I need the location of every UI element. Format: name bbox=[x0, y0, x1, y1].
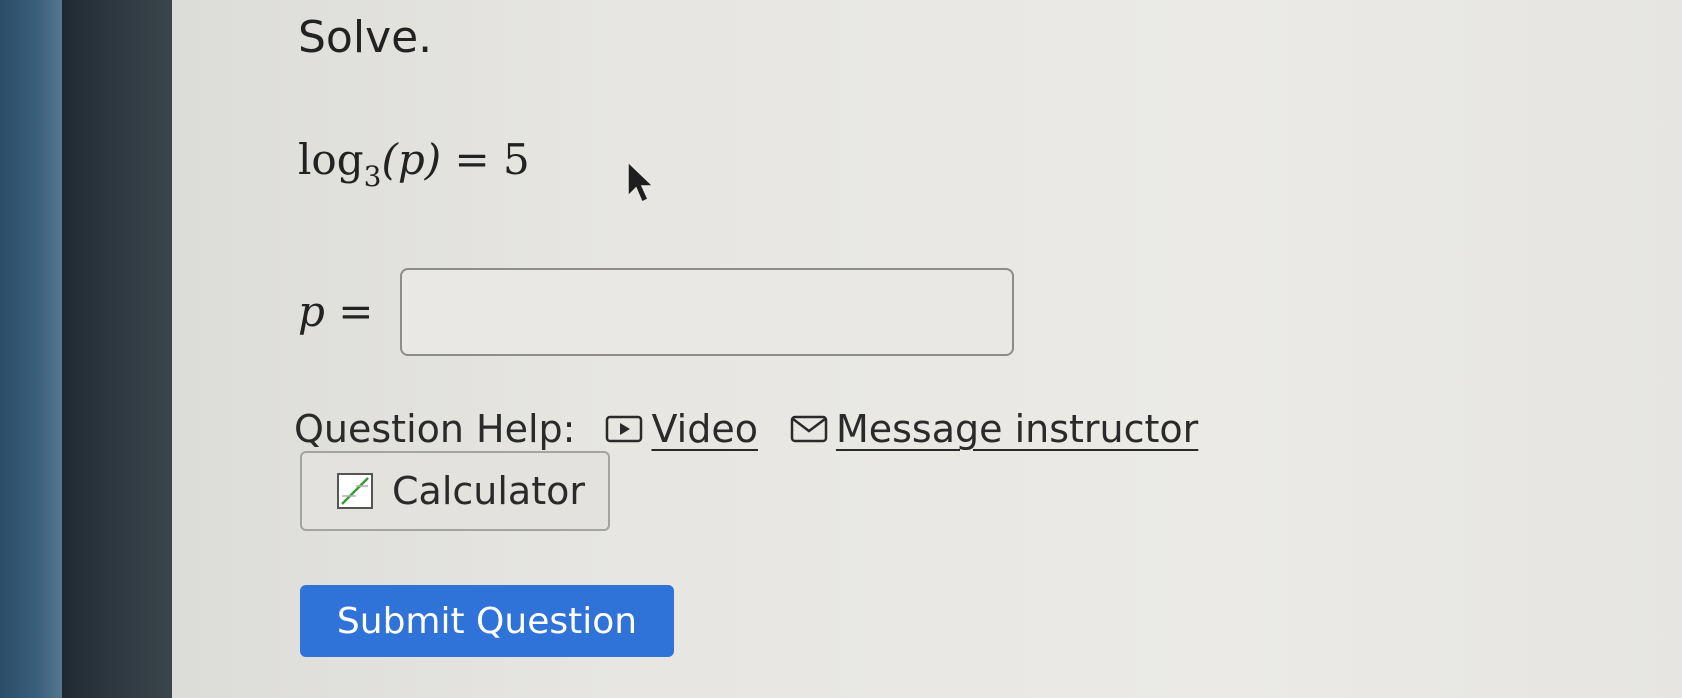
answer-input[interactable] bbox=[400, 268, 1014, 356]
monitor-bezel-inner bbox=[62, 0, 172, 698]
envelope-icon bbox=[790, 415, 828, 443]
question-help-row: Question Help: Video Message instructor bbox=[294, 404, 1230, 454]
equation-argument: (p) bbox=[381, 135, 442, 184]
answer-variable: p bbox=[298, 287, 325, 336]
message-instructor-link[interactable]: Message instructor bbox=[790, 404, 1198, 454]
question-instruction: Solve. bbox=[298, 12, 433, 63]
question-equation: log3(p) = 5 bbox=[298, 132, 530, 193]
equation-base: 3 bbox=[363, 160, 382, 193]
video-link[interactable]: Video bbox=[605, 404, 758, 454]
submit-question-button[interactable]: Submit Question bbox=[300, 585, 674, 657]
equation-function: log bbox=[298, 135, 364, 184]
answer-label: p = bbox=[298, 284, 373, 340]
equation-rhs: = 5 bbox=[454, 135, 530, 184]
calculator-label: Calculator bbox=[392, 469, 585, 513]
video-link-label: Video bbox=[651, 407, 758, 451]
calculator-button[interactable]: Calculator bbox=[300, 451, 610, 531]
mouse-pointer-icon bbox=[627, 160, 655, 204]
question-help-label: Question Help: bbox=[294, 407, 576, 451]
monitor-bezel-outer bbox=[0, 0, 62, 698]
calculator-icon bbox=[337, 473, 373, 509]
video-play-icon bbox=[606, 415, 643, 443]
message-instructor-label: Message instructor bbox=[835, 407, 1199, 451]
answer-equals: = bbox=[338, 287, 374, 336]
